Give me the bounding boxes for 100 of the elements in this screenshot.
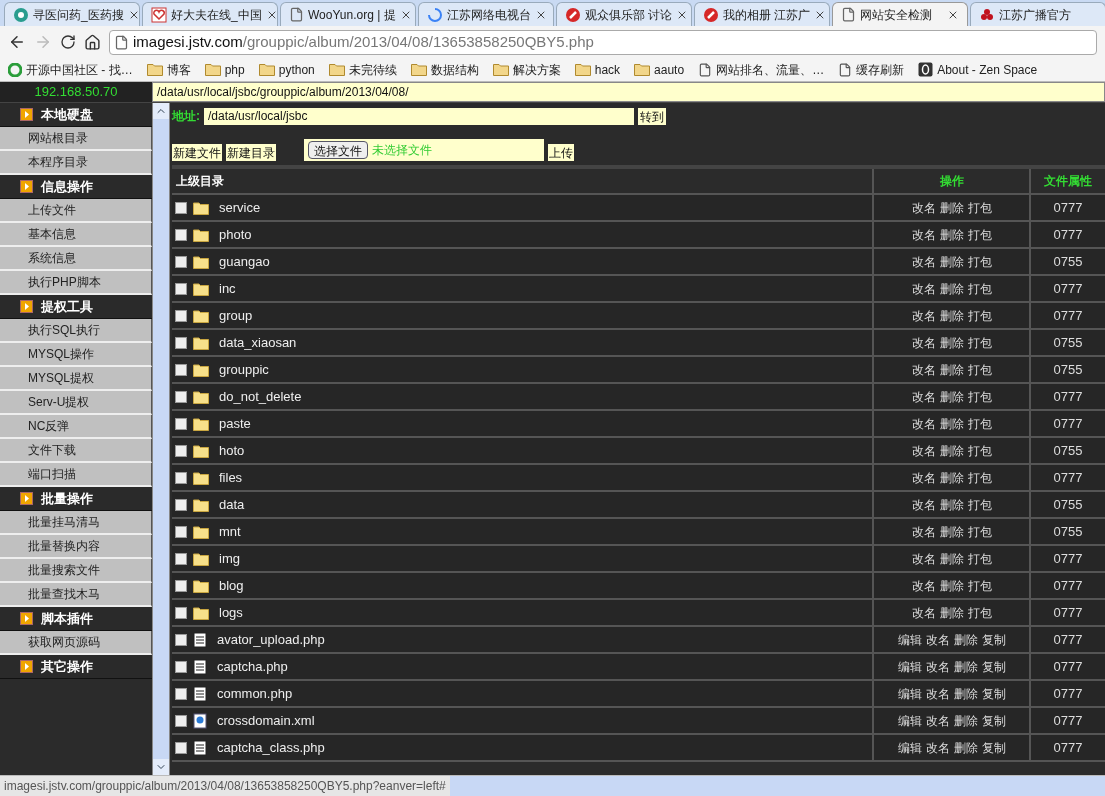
home-icon[interactable]: [84, 33, 101, 51]
action-link[interactable]: 删除: [939, 360, 964, 379]
sidebar-item[interactable]: 上传文件: [0, 199, 152, 223]
action-link[interactable]: 改名: [911, 495, 936, 514]
file-name-link[interactable]: paste: [219, 413, 251, 434]
checkbox[interactable]: [175, 525, 187, 538]
checkbox[interactable]: [175, 471, 187, 484]
file-name-link[interactable]: avator_upload.php: [217, 629, 325, 650]
action-link[interactable]: 复制: [981, 711, 1006, 730]
bookmark[interactable]: 解决方案: [492, 60, 561, 79]
action-link[interactable]: 复制: [981, 657, 1006, 676]
checkbox[interactable]: [175, 660, 187, 673]
checkbox[interactable]: [175, 606, 187, 619]
action-link[interactable]: 编辑: [897, 684, 922, 703]
file-name-link[interactable]: captcha_class.php: [217, 737, 325, 758]
action-link[interactable]: 打包: [967, 225, 992, 244]
action-link[interactable]: 改名: [911, 360, 936, 379]
back-icon[interactable]: [8, 33, 26, 51]
checkbox[interactable]: [175, 579, 187, 592]
sidebar-item[interactable]: 网站根目录: [0, 127, 152, 151]
bookmark[interactable]: 开源中国社区 - 找…: [8, 60, 133, 79]
action-link[interactable]: 复制: [981, 684, 1006, 703]
sidebar-item[interactable]: 本程序目录: [0, 151, 152, 175]
action-link[interactable]: 编辑: [897, 657, 922, 676]
browser-tab[interactable]: 网站安全检测: [832, 2, 968, 26]
file-name-link[interactable]: photo: [219, 224, 252, 245]
action-link[interactable]: 删除: [939, 522, 964, 541]
action-link[interactable]: 删除: [939, 495, 964, 514]
action-link[interactable]: 打包: [967, 522, 992, 541]
action-link[interactable]: 改名: [925, 738, 950, 757]
bookmark[interactable]: hack: [574, 60, 621, 79]
sidebar-item[interactable]: 文件下载: [0, 439, 152, 463]
sidebar-item[interactable]: 获取网页源码: [0, 631, 152, 655]
checkbox[interactable]: [175, 336, 187, 349]
action-link[interactable]: 改名: [925, 684, 950, 703]
action-link[interactable]: 打包: [967, 306, 992, 325]
file-name-link[interactable]: captcha.php: [217, 656, 288, 677]
action-link[interactable]: 改名: [911, 576, 936, 595]
action-link[interactable]: 删除: [953, 711, 978, 730]
bookmark[interactable]: 博客: [146, 60, 191, 79]
action-link[interactable]: 复制: [981, 738, 1006, 757]
action-link[interactable]: 改名: [911, 198, 936, 217]
file-name-link[interactable]: group: [219, 305, 253, 326]
action-link[interactable]: 改名: [911, 468, 936, 487]
bookmark[interactable]: 缓存刷新: [838, 60, 905, 79]
checkbox[interactable]: [175, 417, 187, 430]
checkbox[interactable]: [175, 444, 187, 457]
action-link[interactable]: 改名: [925, 630, 950, 649]
file-name-link[interactable]: hoto: [219, 440, 245, 461]
browser-tab[interactable]: 观众俱乐部 讨论: [556, 2, 692, 26]
action-link[interactable]: 改名: [925, 711, 950, 730]
action-link[interactable]: 编辑: [897, 630, 922, 649]
action-link[interactable]: 打包: [967, 360, 992, 379]
action-link[interactable]: 删除: [939, 225, 964, 244]
action-link[interactable]: 删除: [939, 387, 964, 406]
checkbox[interactable]: [175, 741, 187, 754]
sidebar-item[interactable]: NC反弹: [0, 415, 152, 439]
browser-tab[interactable]: 江苏网络电视台: [418, 2, 554, 26]
address-field[interactable]: /data/usr/local/jsbc: [204, 107, 634, 125]
file-name-link[interactable]: do_not_delete: [219, 386, 302, 407]
sidebar-item[interactable]: Serv-U提权: [0, 391, 152, 415]
action-link[interactable]: 改名: [911, 414, 936, 433]
bookmark[interactable]: 未完待续: [328, 60, 397, 79]
action-link[interactable]: 删除: [939, 549, 964, 568]
action-link[interactable]: 改名: [911, 441, 936, 460]
file-name-link[interactable]: blog: [219, 575, 244, 596]
sidebar-item[interactable]: 端口扫描: [0, 463, 152, 487]
action-link[interactable]: 打包: [967, 576, 992, 595]
action-link[interactable]: 删除: [953, 657, 978, 676]
action-link[interactable]: 删除: [939, 441, 964, 460]
checkbox[interactable]: [175, 687, 187, 700]
checkbox[interactable]: [175, 201, 187, 214]
file-name-link[interactable]: files: [219, 467, 243, 488]
action-link[interactable]: 删除: [953, 630, 978, 649]
checkbox[interactable]: [175, 633, 187, 646]
sidebar-item[interactable]: 执行SQL执行: [0, 319, 152, 343]
action-link[interactable]: 删除: [939, 576, 964, 595]
action-link[interactable]: 删除: [939, 306, 964, 325]
checkbox[interactable]: [175, 282, 187, 295]
checkbox[interactable]: [175, 309, 187, 322]
action-link[interactable]: 删除: [939, 279, 964, 298]
action-link[interactable]: 打包: [967, 198, 992, 217]
action-link[interactable]: 改名: [911, 387, 936, 406]
sidebar-item[interactable]: MYSQL操作: [0, 343, 152, 367]
upload-button[interactable]: 上传: [548, 144, 574, 161]
browser-tab[interactable]: 好大夫在线_中国: [142, 2, 278, 26]
action-link[interactable]: 打包: [967, 468, 992, 487]
action-link[interactable]: 删除: [939, 414, 964, 433]
bookmark[interactable]: python: [258, 60, 315, 79]
checkbox[interactable]: [175, 714, 187, 727]
action-link[interactable]: 打包: [967, 333, 992, 352]
action-link[interactable]: 删除: [953, 738, 978, 757]
file-name-link[interactable]: inc: [219, 278, 236, 299]
reload-icon[interactable]: [60, 34, 76, 50]
checkbox[interactable]: [175, 390, 187, 403]
file-name-link[interactable]: crossdomain.xml: [217, 710, 315, 731]
action-link[interactable]: 打包: [967, 414, 992, 433]
browser-tab[interactable]: 我的相册 江苏广: [694, 2, 830, 26]
action-link[interactable]: 编辑: [897, 738, 922, 757]
file-name-link[interactable]: logs: [219, 602, 243, 623]
